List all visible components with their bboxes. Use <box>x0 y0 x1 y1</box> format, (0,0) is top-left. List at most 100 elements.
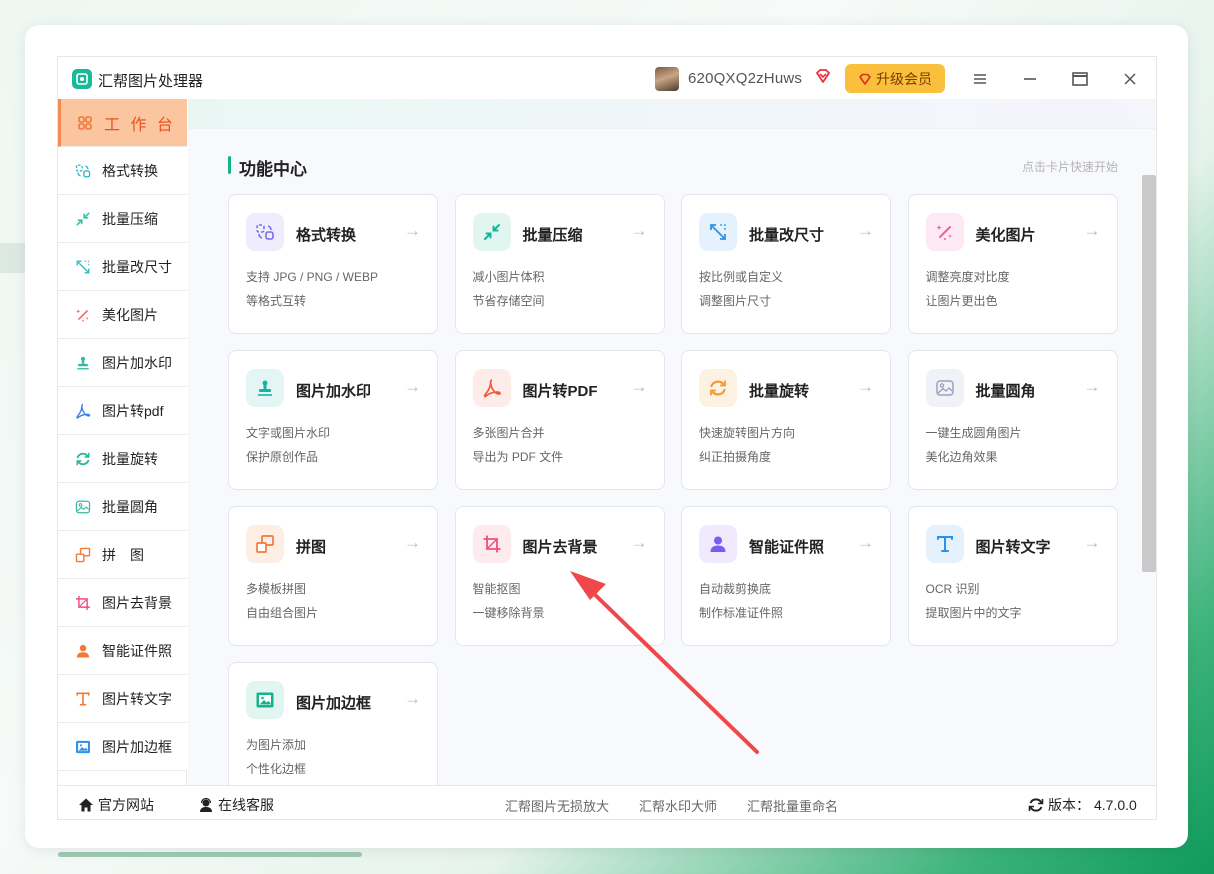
card-description: 调整亮度对比度 <box>925 270 1010 284</box>
sidebar-item-3[interactable]: 批量改尺寸 <box>58 243 187 291</box>
card-description: 自动裁剪换底 <box>699 582 772 596</box>
sidebar-item-6[interactable]: 图片转pdf <box>58 387 187 435</box>
avatar[interactable] <box>655 67 679 91</box>
sidebar-item-9[interactable]: 拼 图 <box>58 531 187 579</box>
card-description: OCR 识别 <box>925 582 980 596</box>
sidebar-item-8[interactable]: 批量圆角 <box>58 483 187 531</box>
card-description: 文字或图片水印 <box>246 426 331 440</box>
crop-icon <box>74 594 92 612</box>
sidebar-item-4[interactable]: 美化图片 <box>58 291 187 339</box>
sidebar-item-label: 拼 图 <box>102 546 144 563</box>
sidebar-item-label: 格式转换 <box>102 162 158 179</box>
main-panel: 功能中心 点击卡片快速开始 格式转换 → 支持 JPG / PNG / WEBP 等格… <box>188 99 1156 785</box>
official-website-link[interactable]: 官方网站 <box>78 795 154 815</box>
app-logo-icon <box>72 69 92 89</box>
sidebar-item-0[interactable]: 工 作 台 <box>58 99 187 147</box>
sidebar-item-7[interactable]: 批量旋转 <box>58 435 187 483</box>
section-accent-bar <box>228 156 231 174</box>
upgrade-vip-button[interactable]: 升级会员 <box>845 64 945 93</box>
frame-icon <box>74 738 92 756</box>
close-icon[interactable] <box>1118 67 1142 91</box>
collage-icon <box>246 525 284 563</box>
footer-link-watermark[interactable]: 汇帮水印大师 <box>639 796 717 815</box>
feature-card[interactable]: 智能证件照 → 自动裁剪换底 制作标准证件照 <box>681 506 891 646</box>
scrollbar[interactable] <box>1142 175 1156 572</box>
watermark-icon <box>246 369 284 407</box>
feature-card[interactable]: 拼图 → 多模板拼图 自由组合图片 <box>228 506 438 646</box>
card-description: 按比例或自定义 <box>699 270 784 284</box>
convert-icon <box>246 213 284 251</box>
vip-diamond-icon <box>816 69 830 83</box>
sidebar-item-11[interactable]: 智能证件照 <box>58 627 187 675</box>
card-title: 美化图片 <box>975 227 1036 244</box>
compress-icon <box>74 210 92 228</box>
refresh-icon <box>1028 798 1044 812</box>
card-description: 提取图片中的文字 <box>925 606 1022 620</box>
footer: 官方网站 在线客服 汇帮图片无损放大 汇帮水印大师 汇帮批量重命名 版本： 4.… <box>58 785 1156 819</box>
version-info[interactable]: 版本： 4.7.0.0 <box>1028 795 1137 815</box>
feature-card[interactable]: 美化图片 → 调整亮度对比度 让图片更出色 <box>907 194 1118 334</box>
arrow-right-icon: → <box>404 689 421 708</box>
card-description: 自由组合图片 <box>246 606 319 620</box>
feature-card[interactable]: 批量圆角 → 一键生成圆角图片 美化边角效果 <box>907 350 1118 490</box>
card-title: 批量圆角 <box>975 383 1036 400</box>
feature-card[interactable]: 图片加边框 → 为图片添加 个性化边框 <box>228 662 438 785</box>
sidebar-item-label: 批量圆角 <box>102 498 158 515</box>
card-description: 一键生成圆角图片 <box>925 426 1022 440</box>
online-support-link[interactable]: 在线客服 <box>198 795 274 815</box>
pdf-icon <box>74 402 92 420</box>
rotate-icon <box>699 369 737 407</box>
username[interactable]: 620QXQ2zHuws <box>688 70 802 87</box>
card-title: 智能证件照 <box>749 539 825 556</box>
support-agent-icon <box>200 797 212 812</box>
official-website-label: 官方网站 <box>98 797 154 813</box>
feature-card[interactable]: 图片转文字 → OCR 识别 提取图片中的文字 <box>907 506 1118 646</box>
sidebar-item-10[interactable]: 图片去背景 <box>58 579 187 627</box>
arrow-right-icon: → <box>857 377 874 396</box>
card-description: 让图片更出色 <box>925 294 998 308</box>
feature-card[interactable]: 图片转PDF → 多张图片合并 导出为 PDF 文件 <box>454 350 665 490</box>
sidebar-item-5[interactable]: 图片加水印 <box>58 339 187 387</box>
minimize-icon[interactable] <box>1018 67 1042 91</box>
sidebar-item-label: 工 作 台 <box>104 116 176 134</box>
card-description: 制作标准证件照 <box>699 606 784 620</box>
title-bar: 汇帮图片处理器 620QXQ2zHuws 升级会员 <box>58 57 1156 99</box>
sidebar-item-label: 图片转文字 <box>102 690 172 707</box>
text-icon <box>74 690 92 708</box>
feature-card[interactable]: 图片去背景 → 智能抠图 一键移除背景 <box>454 506 665 646</box>
card-description: 节省存储空间 <box>472 294 545 308</box>
feature-card[interactable]: 格式转换 → 支持 JPG / PNG / WEBP 等格式互转 <box>228 194 438 334</box>
feature-card[interactable]: 批量压缩 → 减小图片体积 节省存储空间 <box>454 194 665 334</box>
version-label: 版本： <box>1048 797 1090 813</box>
card-description: 支持 JPG / PNG / WEBP <box>246 270 379 284</box>
arrow-right-icon: → <box>404 221 421 240</box>
app-title: 汇帮图片处理器 <box>98 73 204 90</box>
card-description: 个性化边框 <box>246 762 307 776</box>
upgrade-label: 升级会员 <box>876 70 932 87</box>
arrow-right-icon: → <box>857 533 874 552</box>
section-hint: 点击卡片快速开始 <box>1021 160 1118 174</box>
arrow-right-icon: → <box>630 377 648 396</box>
menu-icon[interactable] <box>968 67 992 91</box>
sidebar-item-1[interactable]: 格式转换 <box>58 147 187 195</box>
feature-card[interactable]: 图片加水印 → 文字或图片水印 保护原创作品 <box>228 350 438 490</box>
sidebar-item-2[interactable]: 批量压缩 <box>58 195 187 243</box>
section-title: 功能中心 <box>239 160 307 179</box>
feature-card[interactable]: 批量旋转 → 快速旋转图片方向 纠正拍摄角度 <box>681 350 891 490</box>
sidebar-item-label: 图片加边框 <box>102 738 172 755</box>
maximize-icon[interactable] <box>1068 67 1092 91</box>
home-icon <box>79 798 93 812</box>
background-bar <box>58 852 362 857</box>
card-description: 智能抠图 <box>472 582 521 596</box>
feature-card[interactable]: 批量改尺寸 → 按比例或自定义 调整图片尺寸 <box>681 194 891 334</box>
card-description: 减小图片体积 <box>472 270 545 284</box>
arrow-right-icon: → <box>404 533 421 552</box>
card-title: 批量旋转 <box>749 383 810 400</box>
sidebar-item-13[interactable]: 图片加边框 <box>58 723 187 771</box>
sidebar-item-label: 批量压缩 <box>102 210 158 227</box>
sidebar-item-label: 图片转pdf <box>102 402 164 419</box>
sidebar-item-label: 美化图片 <box>102 306 158 323</box>
footer-link-rename[interactable]: 汇帮批量重命名 <box>747 796 838 815</box>
footer-link-upscale[interactable]: 汇帮图片无损放大 <box>505 796 609 815</box>
sidebar-item-12[interactable]: 图片转文字 <box>58 675 187 723</box>
